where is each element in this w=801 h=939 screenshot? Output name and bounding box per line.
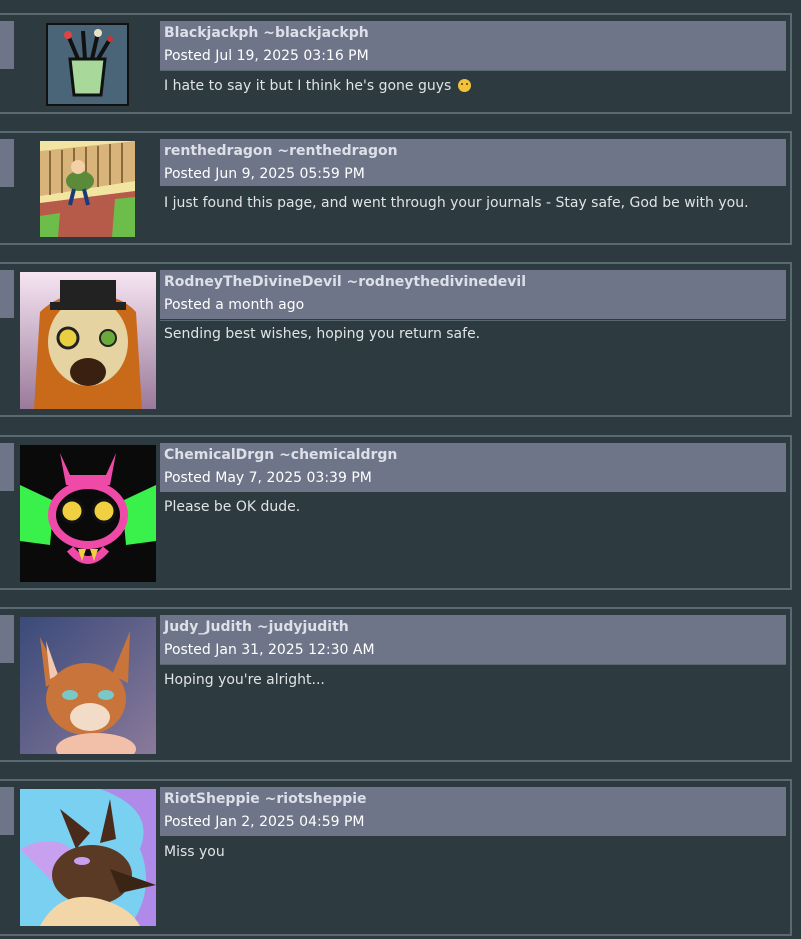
paintbrush-cup-icon[interactable] [46,23,129,106]
comment-text: Please be OK dude. [164,499,301,515]
display-name[interactable]: RodneyTheDivineDevil [164,274,342,290]
comment-collapse-tab[interactable] [0,270,14,318]
comment-author[interactable]: RodneyTheDivineDevil ~rodneythedivinedev… [164,274,526,290]
comment-timestamp: Posted Jul 19, 2025 03:16 PM [164,48,369,64]
comment-text: I just found this page, and went through… [164,195,749,211]
comment-item: Judy_Judith ~judyjudith Posted Jan 31, 2… [0,607,792,762]
sad-face-icon [457,79,471,92]
display-name[interactable]: Blackjackph [164,25,258,41]
comment-timestamp: Posted a month ago [164,297,305,313]
display-name[interactable]: RiotSheppie [164,791,260,807]
comment-timestamp: Posted Jun 9, 2025 05:59 PM [164,166,365,182]
comment-header: Judy_Judith ~judyjudith Posted Jan 31, 2… [160,615,786,664]
comment-timestamp: Posted Jan 31, 2025 12:30 AM [164,642,375,658]
comment-collapse-tab[interactable] [0,787,14,835]
comment-item: RodneyTheDivineDevil ~rodneythedivinedev… [0,262,792,417]
user-handle[interactable]: ~renthedragon [277,143,397,159]
comment-header: Blackjackph ~blackjackph Posted Jul 19, … [160,21,786,70]
user-handle[interactable]: ~blackjackph [263,25,368,41]
display-name[interactable]: Judy_Judith [164,619,252,635]
comment-header: RodneyTheDivineDevil ~rodneythedivinedev… [160,270,786,319]
comment-collapse-tab[interactable] [0,443,14,491]
comment-text: Sending best wishes, hoping you return s… [164,326,481,342]
comment-item: RiotSheppie ~riotsheppie Posted Jan 2, 2… [0,779,792,936]
fox-icon[interactable] [20,617,156,754]
comment-item: Blackjackph ~blackjackph Posted Jul 19, … [0,13,792,114]
comment-header: RiotSheppie ~riotsheppie Posted Jan 2, 2… [160,787,786,836]
comment-author[interactable]: ChemicalDrgn ~chemicaldrgn [164,447,397,463]
user-handle[interactable]: ~chemicaldrgn [279,447,397,463]
comment-item: ChemicalDrgn ~chemicaldrgn Posted May 7,… [0,435,792,590]
display-name[interactable]: ChemicalDrgn [164,447,274,463]
comment-text: Hoping you're alright... [164,672,325,688]
shepherd-dog-icon[interactable] [20,789,156,926]
comment-author[interactable]: RiotSheppie ~riotsheppie [164,791,367,807]
user-handle[interactable]: ~riotsheppie [265,791,367,807]
comment-collapse-tab[interactable] [0,21,14,69]
comment-item: renthedragon ~renthedragon Posted Jun 9,… [0,131,792,245]
comment-collapse-tab[interactable] [0,615,14,663]
user-handle[interactable]: ~judyjudith [257,619,349,635]
comment-author[interactable]: Blackjackph ~blackjackph [164,25,369,41]
comment-text: I hate to say it but I think he's gone g… [164,78,452,94]
cartoon-character-icon[interactable] [40,141,135,237]
display-name[interactable]: renthedragon [164,143,273,159]
header-divider [160,70,786,71]
comment-timestamp: Posted May 7, 2025 03:39 PM [164,470,372,486]
comment-header: ChemicalDrgn ~chemicaldrgn Posted May 7,… [160,443,786,492]
header-divider [160,664,786,665]
comment-text: Miss you [164,844,225,860]
header-divider [160,320,786,321]
neon-dragon-icon[interactable] [20,445,156,582]
comment-author[interactable]: renthedragon ~renthedragon [164,143,398,159]
comment-text-wrap: I hate to say it but I think he's gone g… [164,78,471,94]
comment-author[interactable]: Judy_Judith ~judyjudith [164,619,349,635]
comment-timestamp: Posted Jan 2, 2025 04:59 PM [164,814,365,830]
tophat-creature-icon[interactable] [20,272,156,409]
comment-collapse-tab[interactable] [0,139,14,187]
user-handle[interactable]: ~rodneythedivinedevil [347,274,526,290]
comment-header: renthedragon ~renthedragon Posted Jun 9,… [160,139,786,186]
